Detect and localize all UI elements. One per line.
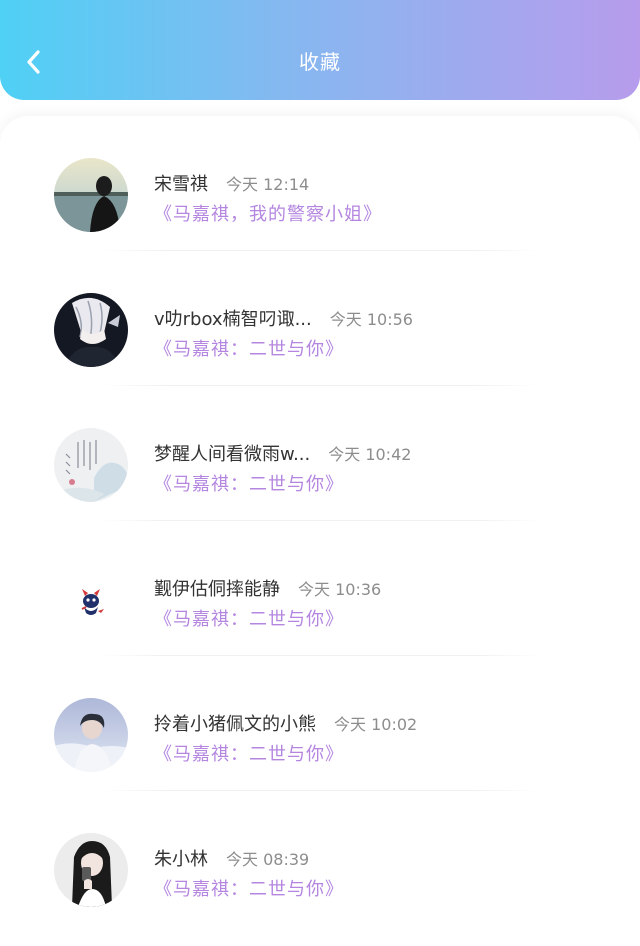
name-row: 宋雪祺 今天 12:14: [154, 170, 309, 196]
boy-blue-avatar[interactable]: [54, 698, 128, 772]
favorite-item[interactable]: 梦醒人间看微雨w... 今天 10:42 《马嘉祺：二世与你》: [0, 386, 640, 521]
favorite-item[interactable]: 觐伊估侗摔能静 今天 10:36 《马嘉祺：二世与你》: [0, 521, 640, 656]
name-row: 觐伊估侗摔能静 今天 10:36: [154, 575, 381, 601]
user-name: 觐伊估侗摔能静: [154, 579, 280, 600]
favorites-card: 宋雪祺 今天 12:14 《马嘉祺，我的警察小姐》 v叻rbox楠智叼诹...: [0, 116, 640, 946]
name-row: 拎着小猪佩文的小熊 今天 10:02: [154, 710, 417, 736]
favorite-item[interactable]: 拎着小猪佩文的小熊 今天 10:02 《马嘉祺：二世与你》: [0, 656, 640, 791]
name-row: 梦醒人间看微雨w... 今天 10:42: [154, 440, 411, 466]
timestamp: 今天 10:02: [334, 715, 418, 734]
book-title-link[interactable]: 《马嘉祺：二世与你》: [154, 875, 344, 901]
timestamp: 今天 10:56: [329, 310, 413, 329]
book-title-link[interactable]: 《马嘉祺：二世与你》: [154, 740, 344, 766]
favorite-item[interactable]: 宋雪祺 今天 12:14 《马嘉祺，我的警察小姐》: [0, 116, 640, 251]
user-name: v叻rbox楠智叼诹...: [154, 309, 312, 330]
user-name: 拎着小猪佩文的小熊: [154, 714, 316, 735]
girl-phone-avatar[interactable]: [54, 833, 128, 907]
timestamp: 今天 08:39: [226, 850, 310, 869]
favorite-item[interactable]: v叻rbox楠智叼诹... 今天 10:56 《马嘉祺：二世与你》: [0, 251, 640, 386]
book-title-link[interactable]: 《马嘉祺：二世与你》: [154, 470, 344, 496]
name-row: 朱小林 今天 08:39: [154, 845, 309, 871]
book-title-link[interactable]: 《马嘉祺，我的警察小姐》: [154, 200, 382, 226]
user-name: 宋雪祺: [154, 174, 208, 195]
book-title-link[interactable]: 《马嘉祺：二世与你》: [154, 335, 344, 361]
timestamp: 今天 12:14: [226, 175, 310, 194]
calligraphy-avatar[interactable]: [54, 428, 128, 502]
header-bar: 收藏: [0, 0, 640, 100]
user-name: 朱小林: [154, 849, 208, 870]
favorite-item[interactable]: 朱小林 今天 08:39 《马嘉祺：二世与你》: [0, 791, 640, 926]
little-devil-avatar[interactable]: [54, 563, 128, 637]
book-title-link[interactable]: 《马嘉祺：二世与你》: [154, 605, 344, 631]
timestamp: 今天 10:42: [328, 445, 412, 464]
page-title: 收藏: [299, 50, 341, 74]
lake-silhouette-avatar[interactable]: [54, 158, 128, 232]
anime-dark-avatar[interactable]: [54, 293, 128, 367]
name-row: v叻rbox楠智叼诹... 今天 10:56: [154, 305, 413, 331]
user-name: 梦醒人间看微雨w...: [154, 444, 311, 465]
timestamp: 今天 10:36: [298, 580, 382, 599]
